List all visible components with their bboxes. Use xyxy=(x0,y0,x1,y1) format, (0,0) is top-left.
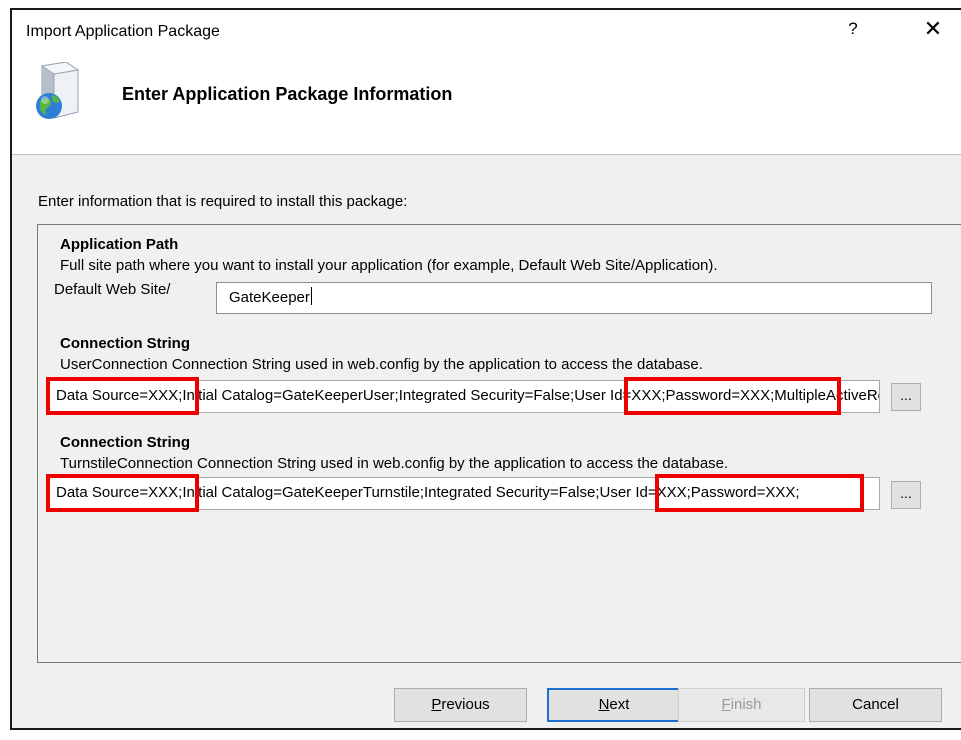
window-title: Import Application Package xyxy=(26,23,220,40)
next-label: ext xyxy=(609,696,630,713)
import-package-dialog: Import Application Package ? ✕ Enter App… xyxy=(10,8,961,730)
next-accelerator: N xyxy=(598,696,610,713)
cancel-button[interactable]: Cancel xyxy=(809,688,942,722)
next-button[interactable]: Next xyxy=(547,688,681,722)
finish-button[interactable]: Finish xyxy=(678,688,805,722)
user-connection-input[interactable]: Data Source=XXX;Initial Catalog=GateKeep… xyxy=(48,380,880,413)
application-path-title: Application Path xyxy=(60,236,179,253)
application-path-input[interactable]: GateKeeper xyxy=(216,282,932,314)
turnstile-connection-title: Connection String xyxy=(60,434,190,451)
wizard-content: Enter information that is required to in… xyxy=(12,155,961,728)
turnstile-connection-value: Data Source=XXX;Initial Catalog=GateKeep… xyxy=(56,484,800,501)
finish-accelerator: F xyxy=(721,696,731,713)
application-path-prefix: Default Web Site/ xyxy=(54,281,171,298)
finish-label: inish xyxy=(730,696,762,713)
package-globe-icon xyxy=(36,62,80,119)
close-button[interactable]: ✕ xyxy=(922,16,944,42)
application-path-value: GateKeeper xyxy=(229,289,310,306)
previous-label: revious xyxy=(441,696,490,713)
intro-text: Enter information that is required to in… xyxy=(38,193,408,210)
text-caret xyxy=(310,287,312,305)
application-path-description: Full site path where you want to install… xyxy=(60,257,718,274)
turnstile-connection-input[interactable]: Data Source=XXX;Initial Catalog=GateKeep… xyxy=(48,477,880,510)
parameters-group: Application Path Full site path where yo… xyxy=(37,224,961,663)
user-connection-title: Connection String xyxy=(60,335,190,352)
user-connection-browse-button[interactable]: ... xyxy=(891,383,921,411)
user-connection-description: UserConnection Connection String used in… xyxy=(60,356,703,373)
help-button[interactable]: ? xyxy=(844,19,862,39)
header-title: Enter Application Package Information xyxy=(122,84,453,104)
title-bar: Import Application Package ? ✕ xyxy=(12,10,961,54)
previous-accelerator: P xyxy=(431,696,442,713)
user-connection-value: Data Source=XXX;Initial Catalog=GateKeep… xyxy=(56,387,880,404)
previous-button[interactable]: Previous xyxy=(394,688,527,722)
turnstile-connection-browse-button[interactable]: ... xyxy=(891,481,921,509)
turnstile-connection-description: TurnstileConnection Connection String us… xyxy=(60,455,729,472)
wizard-header: Enter Application Package Information xyxy=(12,54,961,155)
